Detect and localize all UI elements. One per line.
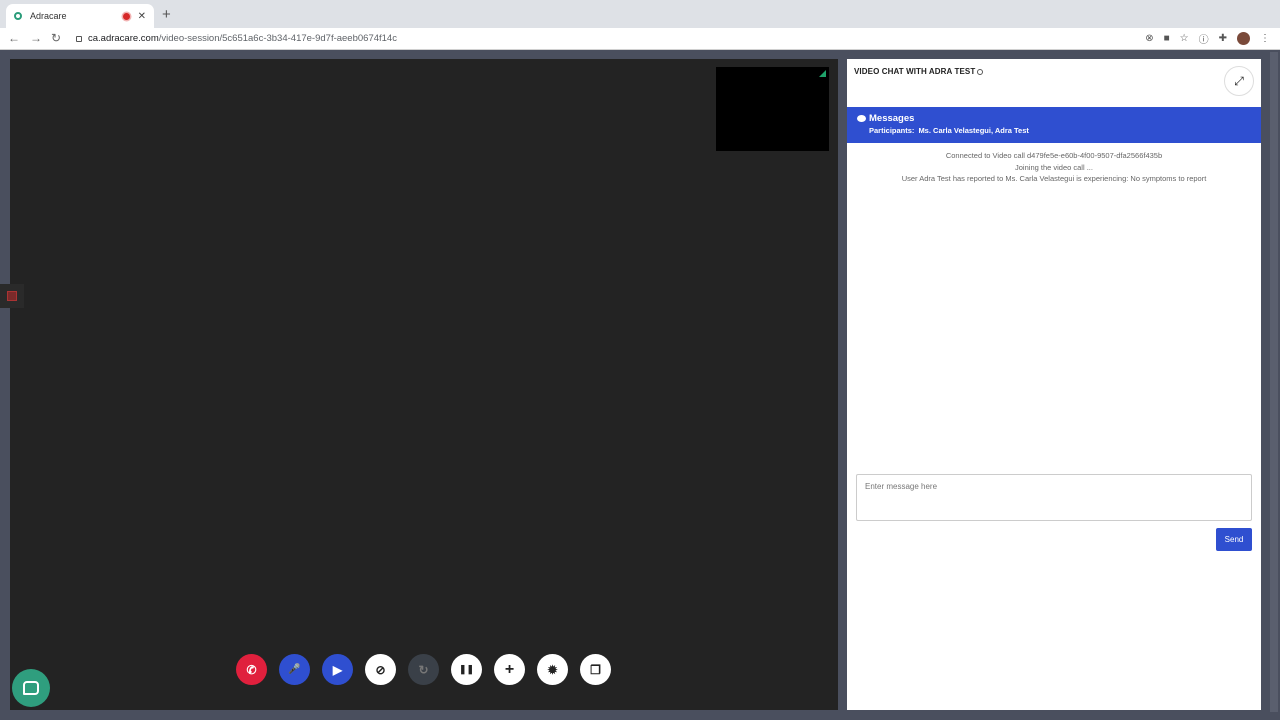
chat-icon xyxy=(23,681,39,695)
chat-panel: VIDEO CHAT WITH ADRA TEST ⤢ Messages Par… xyxy=(847,59,1261,710)
signal-strength-icon xyxy=(819,70,826,77)
messages-heading: Messages xyxy=(869,113,915,124)
toggle-camera-button[interactable]: ▶ xyxy=(322,654,353,685)
self-view-video xyxy=(716,67,829,151)
pause-icon: ❚❚ xyxy=(458,664,475,674)
browser-tab[interactable]: Adracare ✕ xyxy=(6,4,154,28)
status-dot-icon xyxy=(977,68,984,75)
message-input[interactable]: Enter message here xyxy=(856,474,1252,521)
info-icon[interactable]: ⓘ xyxy=(1199,31,1209,46)
call-controls: ✆ 🎤 ▶ ⊘ ↻ ❚❚ + ✹ ❐ xyxy=(236,654,611,685)
extensions-icon[interactable]: ✚ xyxy=(1219,33,1227,44)
picture-in-picture-button[interactable]: ❐ xyxy=(580,654,611,685)
speech-bubble-icon xyxy=(857,115,866,122)
participants-list: Ms. Carla Velastegui, Adra Test xyxy=(918,126,1029,135)
chat-title-text: VIDEO CHAT WITH ADRA TEST xyxy=(854,67,976,76)
phone-hangup-icon: ✆ xyxy=(246,662,257,677)
gear-icon: ✹ xyxy=(547,662,558,677)
flip-camera-button[interactable]: ↻ xyxy=(408,654,439,685)
recording-indicator-icon xyxy=(122,12,130,20)
side-handle[interactable] xyxy=(0,284,24,308)
mute-mic-button[interactable]: 🎤 xyxy=(279,654,310,685)
mic-off-icon: 🎤 xyxy=(288,664,301,675)
url-path: /video-session/5c651a6c-3b34-417e-9d7f-a… xyxy=(158,33,397,44)
address-bar[interactable]: ca.adracare.com/video-session/5c651a6c-3… xyxy=(70,29,1134,48)
pip-icon: ❐ xyxy=(590,662,601,677)
record-icon xyxy=(7,291,17,301)
camera-icon[interactable]: ■ xyxy=(1164,33,1170,44)
paperclip-icon: ⊘ xyxy=(375,662,386,677)
pause-button[interactable]: ❚❚ xyxy=(451,654,482,685)
back-button[interactable]: ← xyxy=(8,31,20,45)
blocked-icon[interactable]: ⊗ xyxy=(1145,33,1153,44)
lock-icon xyxy=(76,35,82,42)
add-participant-button[interactable]: + xyxy=(494,654,525,685)
participants-label: Participants: xyxy=(869,126,915,135)
browser-tab-bar: Adracare ✕ + xyxy=(0,0,1280,28)
settings-button[interactable]: ✹ xyxy=(537,654,568,685)
browser-toolbar: ← → ↻ ca.adracare.com/video-session/5c65… xyxy=(0,28,1280,50)
adracare-favicon-icon xyxy=(14,12,22,20)
star-icon[interactable]: ☆ xyxy=(1180,33,1189,44)
end-call-button[interactable]: ✆ xyxy=(236,654,267,685)
messages-header: Messages Participants: Ms. Carla Velasteg… xyxy=(847,107,1261,143)
profile-avatar[interactable] xyxy=(1237,32,1250,45)
expand-icon: ⤢ xyxy=(1234,73,1244,88)
list-item: Joining the video call ... xyxy=(1015,162,1093,172)
attach-button[interactable]: ⊘ xyxy=(365,654,396,685)
new-tab-button[interactable]: + xyxy=(162,6,171,23)
tab-title: Adracare xyxy=(30,11,67,21)
url-host: ca.adracare.com xyxy=(88,33,159,44)
forward-button[interactable]: → xyxy=(30,31,42,45)
plus-icon: + xyxy=(504,660,515,678)
message-list: Connected to Video call d479fe5e-e60b-4f… xyxy=(847,150,1261,185)
chat-panel-title: VIDEO CHAT WITH ADRA TEST xyxy=(854,67,984,76)
tab-close-button[interactable]: ✕ xyxy=(138,11,146,22)
list-item: User Adra Test has reported to Ms. Carla… xyxy=(901,174,1207,183)
support-chat-button[interactable] xyxy=(12,669,50,707)
camera-off-icon: ▶ xyxy=(332,662,343,677)
send-button[interactable]: Send xyxy=(1216,528,1252,551)
remote-video: ✆ 🎤 ▶ ⊘ ↻ ❚❚ + ✹ ❐ xyxy=(10,59,838,710)
toolbar-icons: ⊗ ■ ☆ ⓘ ✚ ⋮ xyxy=(1145,31,1270,46)
list-item: Connected to Video call d479fe5e-e60b-4f… xyxy=(945,151,1163,160)
refresh-icon: ↻ xyxy=(418,662,429,677)
menu-icon[interactable]: ⋮ xyxy=(1260,33,1270,44)
page-scrollbar[interactable] xyxy=(1270,52,1278,712)
reload-button[interactable]: ↻ xyxy=(51,31,61,45)
expand-button[interactable]: ⤢ xyxy=(1224,66,1254,96)
